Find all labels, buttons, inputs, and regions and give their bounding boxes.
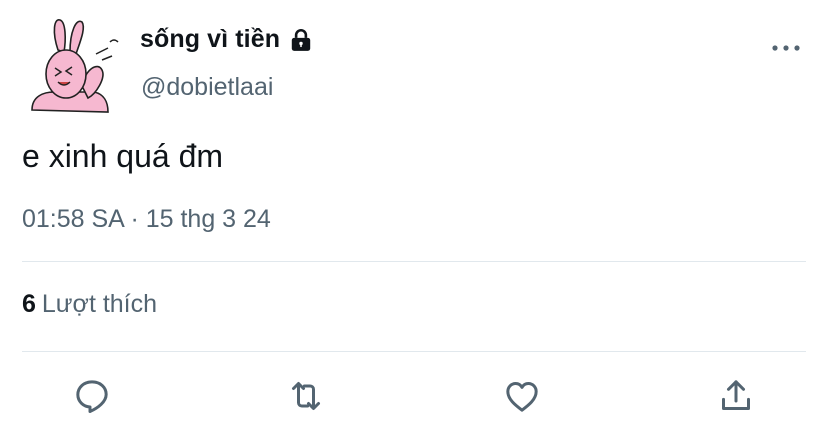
display-name-row[interactable]: sống vì tiền [140,25,314,54]
more-options-button[interactable] [770,38,802,58]
share-button[interactable] [714,374,758,418]
retweet-icon [292,382,320,410]
avatar[interactable] [22,12,126,116]
more-icon [772,45,800,51]
heart-icon [506,382,538,412]
divider-top [22,261,806,262]
tweet-date[interactable]: 15 thg 3 24 [146,205,271,233]
reply-icon [76,380,108,413]
likes-stat[interactable]: 6 Lượt thích [22,290,157,319]
like-button[interactable] [500,374,544,418]
likes-count: 6 [22,290,36,318]
user-handle[interactable]: @dobietlaai [141,73,273,102]
tweet-text: e xinh quá đm [22,138,224,174]
meta-separator: · [130,205,139,233]
reply-button[interactable] [70,374,114,418]
divider-bottom [22,351,806,352]
likes-label[interactable]: Lượt thích [42,290,157,318]
tweet-time[interactable]: 01:58 SA [22,205,123,233]
share-icon [722,380,750,410]
display-name[interactable]: sống vì tiền [140,25,280,54]
retweet-button[interactable] [284,374,328,418]
tweet-meta: 01:58 SA · 15 thg 3 24 [22,205,271,234]
lock-icon [291,28,311,51]
bunny-avatar-icon [31,19,119,113]
